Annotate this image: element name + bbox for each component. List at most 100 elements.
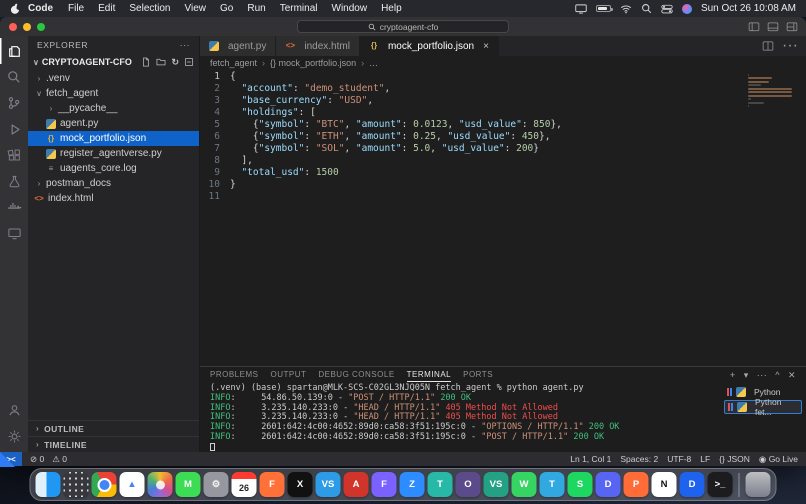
settings-gear-icon[interactable] xyxy=(0,423,28,449)
toggle-panel-icon[interactable] xyxy=(767,21,779,33)
dock-icon-whatsapp[interactable]: W xyxy=(512,472,537,497)
panel-tab-output[interactable]: OUTPUT xyxy=(270,368,306,382)
source-control-icon[interactable] xyxy=(0,90,28,116)
battery-icon[interactable] xyxy=(596,5,611,12)
menu-go[interactable]: Go xyxy=(220,3,233,14)
file-__pycache__[interactable]: ›__pycache__ xyxy=(28,101,199,116)
dock-icon-trash[interactable] xyxy=(746,472,771,497)
search-icon[interactable] xyxy=(641,3,652,14)
dock-icon-acrobat[interactable]: A xyxy=(344,472,369,497)
display-icon[interactable] xyxy=(575,4,587,14)
status-ln-1-col-1[interactable]: Ln 1, Col 1 xyxy=(570,454,611,464)
extensions-icon[interactable] xyxy=(0,142,28,168)
tab-mock_portfolio.json[interactable]: {}mock_portfolio.json× xyxy=(360,36,499,56)
collapse-folders-icon[interactable] xyxy=(184,57,194,67)
panel-tab-debug-console[interactable]: DEBUG CONSOLE xyxy=(318,368,394,382)
dock-icon-firefox[interactable]: F xyxy=(260,472,285,497)
menubar-app-name[interactable]: Code xyxy=(28,3,53,14)
siri-icon[interactable] xyxy=(682,4,692,14)
file-mock_portfolio.json[interactable]: {}mock_portfolio.json xyxy=(28,131,199,146)
explorer-icon[interactable] xyxy=(0,38,28,64)
menu-window[interactable]: Window xyxy=(332,3,368,14)
explorer-more-actions-icon[interactable]: ··· xyxy=(180,40,190,50)
dock-icon-photos[interactable] xyxy=(148,472,173,497)
breadcrumb-item[interactable]: … xyxy=(369,58,378,68)
file-register_agentverse.py[interactable]: register_agentverse.py xyxy=(28,146,199,161)
maximize-panel-icon[interactable]: ^ xyxy=(775,370,780,381)
status-spaces-2[interactable]: Spaces: 2 xyxy=(620,454,658,464)
dock-icon-system-settings[interactable]: ⚙ xyxy=(204,472,229,497)
zoom-window-button[interactable] xyxy=(37,23,45,31)
dock-icon-chrome[interactable] xyxy=(92,472,117,497)
tab-index.html[interactable]: <>index.html xyxy=(276,36,360,56)
dock-icon-spotify[interactable]: S xyxy=(568,472,593,497)
dock-icon-notion[interactable]: N xyxy=(652,472,677,497)
panel-tab-problems[interactable]: PROBLEMS xyxy=(210,368,258,382)
timeline-section[interactable]: › TIMELINE xyxy=(28,436,199,452)
run-debug-icon[interactable] xyxy=(0,116,28,142)
tab-agent.py[interactable]: agent.py xyxy=(200,36,276,56)
errors-count[interactable]: ⊘ 0 xyxy=(30,454,44,465)
file-fetch_agent[interactable]: ∨fetch_agent xyxy=(28,86,199,101)
menu-view[interactable]: View xyxy=(185,3,207,14)
dock-icon-calendar[interactable]: 26 xyxy=(232,472,257,497)
remote-explorer-icon[interactable] xyxy=(0,220,28,246)
status-utf-8[interactable]: UTF-8 xyxy=(667,454,691,464)
menu-terminal[interactable]: Terminal xyxy=(280,3,318,14)
status-go-live[interactable]: ◉ Go Live xyxy=(759,454,798,465)
refresh-explorer-icon[interactable]: ↻ xyxy=(171,57,179,68)
dock-icon-zoom[interactable]: Z xyxy=(400,472,425,497)
code-content[interactable]: { "account": "demo_student", "base_curre… xyxy=(230,69,806,366)
dock-icon-docker[interactable]: D xyxy=(680,472,705,497)
dock-icon-vscode-insiders[interactable]: VS xyxy=(484,472,509,497)
dock-icon-terminal-app[interactable]: >_ xyxy=(708,472,733,497)
file-postman_docs[interactable]: ›postman_docs xyxy=(28,176,199,191)
file-index.html[interactable]: <>index.html xyxy=(28,191,199,206)
status-lf[interactable]: LF xyxy=(700,454,710,464)
dock-icon-finder[interactable] xyxy=(36,472,61,497)
dock-icon-telegram[interactable]: T xyxy=(540,472,565,497)
project-root-folder[interactable]: ∨ CRYPTOAGENT-CFO ↻ xyxy=(28,54,199,70)
dock-icon-discord[interactable]: D xyxy=(596,472,621,497)
menu-selection[interactable]: Selection xyxy=(129,3,170,14)
terminal-process[interactable]: Python fet... xyxy=(724,400,802,414)
panel-more-icon[interactable]: ··· xyxy=(757,370,768,381)
dock-icon-x[interactable]: X xyxy=(288,472,313,497)
accounts-icon[interactable] xyxy=(0,397,28,423)
dock-icon-messages[interactable]: M xyxy=(176,472,201,497)
testing-icon[interactable] xyxy=(0,168,28,194)
file-agent.py[interactable]: agent.py xyxy=(28,116,199,131)
wifi-icon[interactable] xyxy=(620,4,632,14)
menu-help[interactable]: Help xyxy=(381,3,402,14)
menu-file[interactable]: File xyxy=(68,3,84,14)
menu-run[interactable]: Run xyxy=(247,3,265,14)
docker-icon[interactable] xyxy=(0,194,28,220)
command-center-search[interactable]: cryptoagent-cfo xyxy=(297,20,509,33)
minimap[interactable] xyxy=(748,72,796,107)
problems-summary[interactable]: ⊘ 0 ⚠ 0 xyxy=(30,454,67,465)
panel-tab-ports[interactable]: PORTS xyxy=(463,368,493,382)
terminal-dropdown-icon[interactable]: ▾ xyxy=(744,370,749,381)
search-icon[interactable] xyxy=(0,64,28,90)
toggle-sidebar-icon[interactable] xyxy=(748,21,760,33)
code-editor[interactable]: 1234567891011 { "account": "demo_student… xyxy=(200,69,806,366)
status-json[interactable]: {} JSON xyxy=(719,454,750,464)
dock-icon-figma[interactable]: F xyxy=(372,472,397,497)
apple-logo-icon[interactable] xyxy=(10,3,21,15)
new-terminal-icon[interactable]: + xyxy=(730,370,736,381)
new-file-icon[interactable] xyxy=(141,57,151,67)
minimize-window-button[interactable] xyxy=(23,23,31,31)
close-tab-icon[interactable]: × xyxy=(483,41,489,52)
breadcrumb-item[interactable]: {} mock_portfolio.json xyxy=(270,58,356,68)
file-uagents_core.log[interactable]: ≡uagents_core.log xyxy=(28,161,199,176)
customize-layout-icon[interactable] xyxy=(786,21,798,33)
menu-edit[interactable]: Edit xyxy=(98,3,115,14)
outline-section[interactable]: › OUTLINE xyxy=(28,420,199,436)
breadcrumb-item[interactable]: fetch_agent xyxy=(210,58,257,68)
close-window-button[interactable] xyxy=(9,23,17,31)
close-panel-icon[interactable]: ✕ xyxy=(788,370,796,381)
menubar-clock[interactable]: Sun Oct 26 10:08 AM xyxy=(701,3,796,14)
dock-icon-launchpad[interactable] xyxy=(64,472,89,497)
vscode-titlebar[interactable]: cryptoagent-cfo xyxy=(0,17,806,36)
file-.venv[interactable]: ›.venv xyxy=(28,71,199,86)
